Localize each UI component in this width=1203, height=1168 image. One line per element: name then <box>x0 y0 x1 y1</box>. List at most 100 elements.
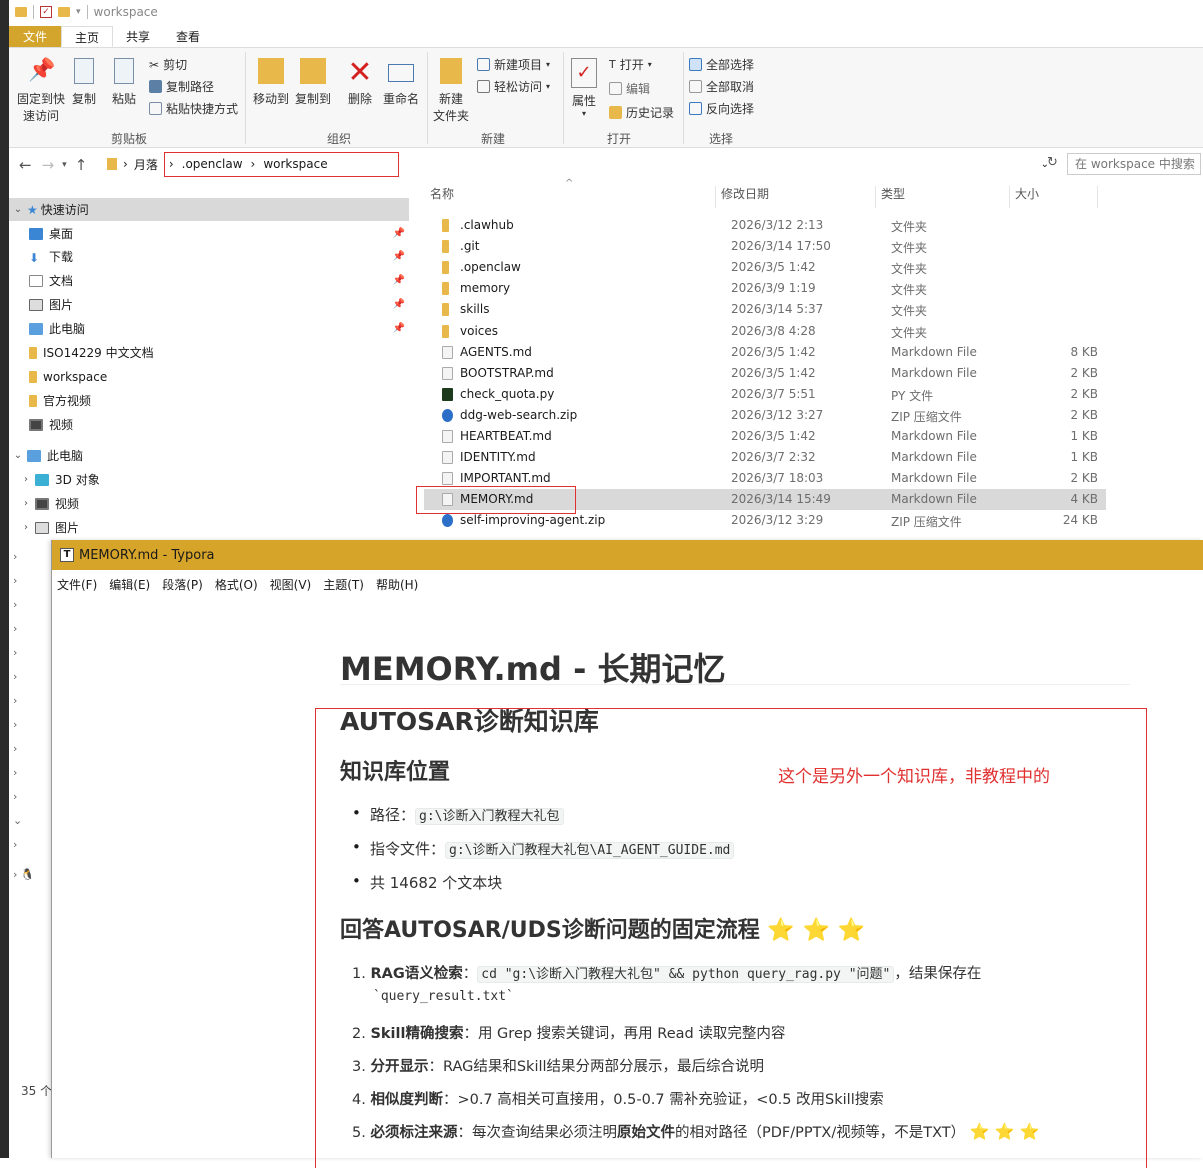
chevron-right-icon[interactable]: › <box>13 617 53 641</box>
chevron-right-icon[interactable]: › <box>13 569 53 593</box>
delete-button[interactable]: ✕ 删除 <box>343 58 377 107</box>
easy-access-button[interactable]: 轻松访问 ▾ <box>477 78 550 95</box>
invert-selection-button[interactable]: 反向选择 <box>689 100 754 117</box>
nav-item-official-videos[interactable]: 官方视频 <box>9 389 409 412</box>
qat-dropdown-icon[interactable]: ▾ <box>76 7 81 17</box>
group-select-label: 选择 <box>708 132 733 146</box>
move-to-button[interactable]: 移动到 <box>251 58 291 107</box>
properties-button[interactable]: ✓ 属性 ▾ <box>567 58 601 118</box>
nav-item-pc-videos[interactable]: › 视频 <box>9 492 409 515</box>
nav-this-pc[interactable]: ⌄ 此电脑 <box>9 444 409 467</box>
chevron-down-icon[interactable]: ⌄ <box>9 450 27 461</box>
chevron-right-icon[interactable]: › <box>17 498 35 509</box>
select-all-button[interactable]: 全部选择 <box>689 56 754 73</box>
forward-arrow-icon[interactable]: → <box>42 156 55 174</box>
file-size: 2 KB <box>1070 407 1098 422</box>
tab-home[interactable]: 主页 <box>61 26 114 47</box>
address-bar[interactable]: › 月落 › .openclaw › workspace ⌄ <box>107 151 1049 177</box>
breadcrumb-item[interactable]: 月落 <box>134 156 158 173</box>
tab-file[interactable]: 文件 <box>9 26 62 47</box>
file-row[interactable]: memory 2026/3/9 1:19 文件夹 <box>424 278 1106 299</box>
cut-button[interactable]: ✂ 剪切 <box>149 56 187 73</box>
chevron-right-icon[interactable]: › <box>13 785 53 809</box>
nav-item-pc-pictures[interactable]: › 图片 <box>9 516 409 539</box>
column-header-type[interactable]: 类型 <box>881 185 905 207</box>
chevron-right-icon[interactable]: › <box>13 737 53 761</box>
folder-icon <box>442 261 449 275</box>
group-new-label: 新建 <box>480 132 505 146</box>
back-arrow-icon[interactable]: ← <box>19 156 32 174</box>
chevron-right-icon[interactable]: › <box>13 713 53 737</box>
nav-item-3d-objects[interactable]: › 3D 对象 <box>9 468 409 491</box>
rename-button[interactable]: 重命名 <box>381 58 421 107</box>
chevron-right-icon[interactable]: › <box>13 593 53 617</box>
chevron-right-icon[interactable]: › 🐧 <box>13 863 53 887</box>
paste-button[interactable]: 粘贴 <box>109 58 139 107</box>
refresh-icon[interactable]: ↻ <box>1047 155 1058 170</box>
file-row[interactable]: AGENTS.md 2026/3/5 1:42 Markdown File 8 KB <box>424 342 1106 363</box>
chevron-right-icon[interactable]: › <box>17 522 35 533</box>
menu-format[interactable]: 格式(O) <box>215 576 258 593</box>
chevron-down-icon[interactable]: ⌄ <box>13 809 53 833</box>
recent-dropdown-icon[interactable]: ▾ <box>62 160 67 170</box>
chevron-right-icon[interactable]: › <box>13 545 53 569</box>
menu-paragraph[interactable]: 段落(P) <box>162 576 203 593</box>
select-none-button[interactable]: 全部取消 <box>689 78 754 95</box>
new-folder-button[interactable]: 新建 文件夹 <box>431 58 471 124</box>
up-arrow-icon[interactable]: ↑ <box>75 156 88 174</box>
tab-share[interactable]: 共享 <box>113 26 163 47</box>
menu-edit[interactable]: 编辑(E) <box>109 576 150 593</box>
chevron-right-icon[interactable]: › <box>13 761 53 785</box>
file-row[interactable]: skills 2026/3/14 5:37 文件夹 <box>424 299 1106 320</box>
nav-item-workspace[interactable]: workspace <box>9 365 409 388</box>
column-header-name[interactable]: 名称 <box>430 185 454 207</box>
nav-item-downloads[interactable]: ⬇ 下载 📌 <box>9 245 409 268</box>
file-row[interactable]: BOOTSTRAP.md 2026/3/5 1:42 Markdown File 2 … <box>424 363 1106 384</box>
nav-item-pictures[interactable]: 图片 📌 <box>9 293 409 316</box>
nav-item-desktop[interactable]: 桌面 📌 <box>9 222 409 245</box>
file-row[interactable]: voices 2026/3/8 4:28 文件夹 <box>424 321 1106 342</box>
typora-menubar: 文件(F) 编辑(E) 段落(P) 格式(O) 视图(V) 主题(T) 帮助(H… <box>52 570 1203 598</box>
file-date: 2026/3/5 1:42 <box>731 365 816 380</box>
copy-to-button[interactable]: 复制到 <box>293 58 333 107</box>
file-row[interactable]: .git 2026/3/14 17:50 文件夹 <box>424 236 1106 257</box>
menu-view[interactable]: 视图(V) <box>270 576 312 593</box>
paste-shortcut-button[interactable]: 粘贴快捷方式 <box>149 100 238 117</box>
menu-help[interactable]: 帮助(H) <box>376 576 418 593</box>
chevron-right-icon[interactable]: › <box>13 641 53 665</box>
nav-item-iso14229[interactable]: ISO14229 中文文档 <box>9 341 409 364</box>
file-row[interactable]: .openclaw 2026/3/5 1:42 文件夹 <box>424 257 1106 278</box>
copy-button[interactable]: 复制 <box>69 58 99 107</box>
tab-view[interactable]: 查看 <box>163 26 213 47</box>
breadcrumb-item[interactable]: .openclaw <box>182 157 243 171</box>
nav-item-this-pc[interactable]: 此电脑 📌 <box>9 317 409 340</box>
nav-item-documents[interactable]: 文档 📌 <box>9 269 409 292</box>
file-row[interactable]: .clawhub 2026/3/12 2:13 文件夹 <box>424 215 1106 236</box>
edit-button[interactable]: 编辑 <box>609 80 650 97</box>
open-button[interactable]: T 打开 ▾ <box>609 56 652 73</box>
column-header-size[interactable]: 大小 <box>1015 185 1039 207</box>
new-folder-icon[interactable] <box>58 7 70 17</box>
file-row[interactable]: IDENTITY.md 2026/3/7 2:32 Markdown File 1 K… <box>424 447 1106 468</box>
menu-file[interactable]: 文件(F) <box>57 576 97 593</box>
file-row[interactable]: check_quota.py 2026/3/7 5:51 PY 文件 2 KB <box>424 384 1106 405</box>
column-header-date[interactable]: 修改日期 <box>721 185 769 207</box>
chevron-right-icon[interactable]: › <box>13 833 53 857</box>
pin-quick-access-button[interactable]: 📌 固定到快 速访问 <box>13 58 69 124</box>
properties-check-icon[interactable]: ✓ <box>40 6 52 18</box>
chevron-right-icon[interactable]: › <box>13 665 53 689</box>
new-item-button[interactable]: 新建项目 ▾ <box>477 56 550 73</box>
breadcrumb-item[interactable]: workspace <box>263 157 327 171</box>
chevron-right-icon[interactable]: › <box>13 689 53 713</box>
file-row[interactable]: HEARTBEAT.md 2026/3/5 1:42 Markdown File 1 … <box>424 426 1106 447</box>
nav-item-videos[interactable]: 视频 <box>9 413 409 436</box>
search-input[interactable]: 在 workspace 中搜索 <box>1067 153 1201 175</box>
chevron-down-icon[interactable]: ⌄ <box>9 204 27 215</box>
copy-path-button[interactable]: 复制路径 <box>149 78 214 95</box>
history-button[interactable]: 历史记录 <box>609 104 674 121</box>
file-row[interactable]: ddg-web-search.zip 2026/3/12 3:27 ZIP 压缩文件… <box>424 405 1106 426</box>
menu-theme[interactable]: 主题(T) <box>323 576 364 593</box>
nav-quick-access[interactable]: ⌄ ★ 快速访问 <box>9 198 409 221</box>
properties-label: 属性 <box>571 94 596 108</box>
chevron-right-icon[interactable]: › <box>17 474 35 485</box>
